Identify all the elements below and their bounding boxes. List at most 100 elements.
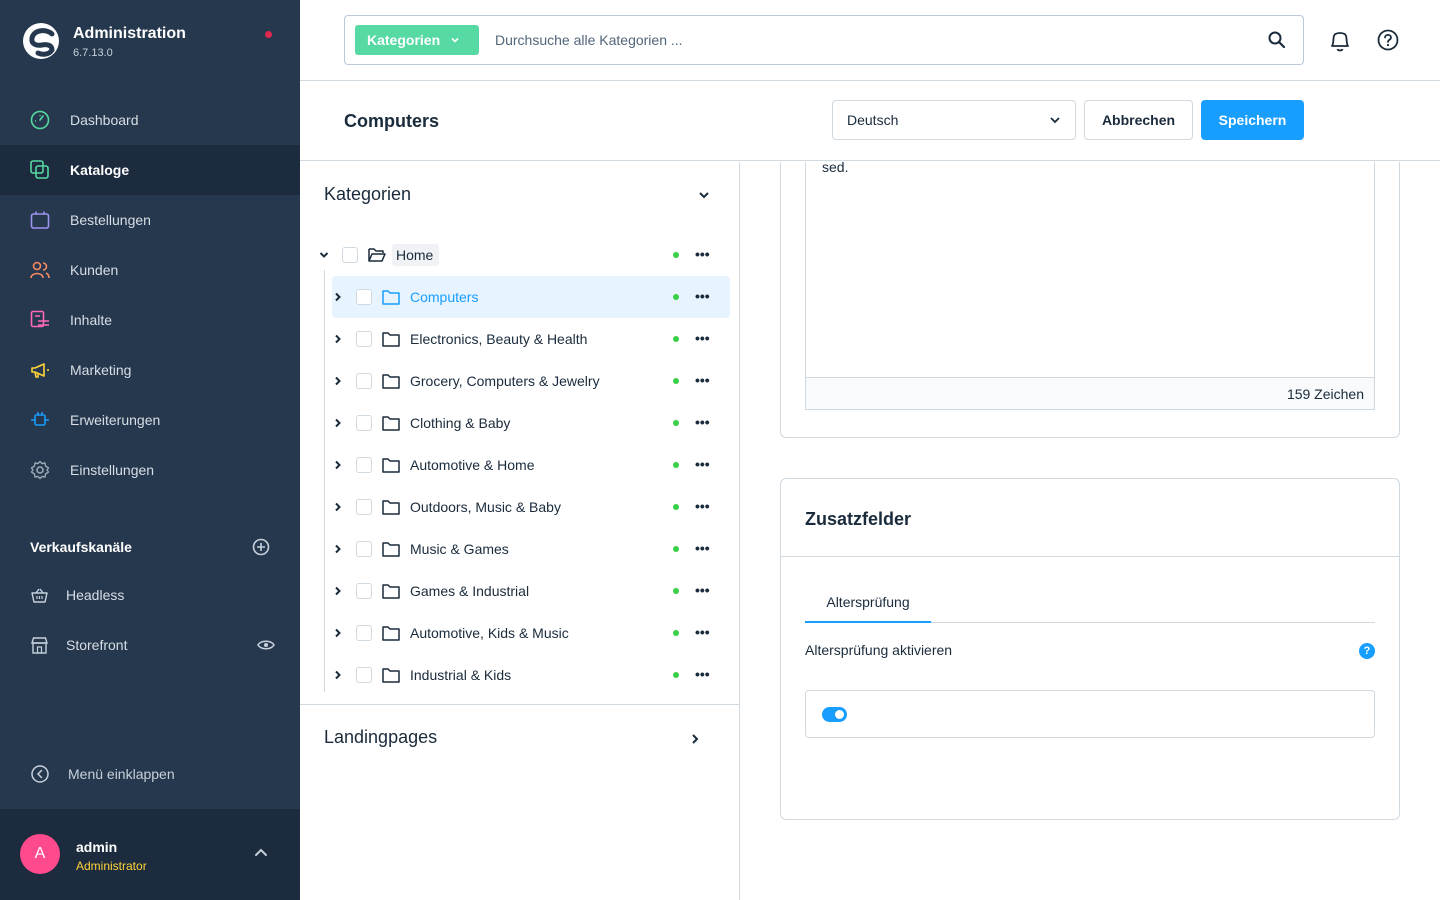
more-options-icon[interactable]: ••• xyxy=(695,582,710,598)
tree-checkbox[interactable] xyxy=(356,415,372,431)
tree-checkbox[interactable] xyxy=(356,541,372,557)
tree-row[interactable]: Automotive & Home ••• xyxy=(332,444,730,486)
chevron-down-icon[interactable] xyxy=(698,190,710,200)
chevron-right-icon[interactable] xyxy=(332,586,344,596)
tree-label[interactable]: Automotive & Home xyxy=(406,454,541,476)
tree-label[interactable]: Games & Industrial xyxy=(406,580,535,602)
sales-channel-headless[interactable]: Headless xyxy=(30,583,275,607)
chevron-right-icon[interactable] xyxy=(332,502,344,512)
help-icon[interactable]: ? xyxy=(1359,643,1375,659)
folder-icon xyxy=(382,500,400,515)
folder-icon xyxy=(382,374,400,389)
landingpages-section[interactable]: Landingpages xyxy=(300,704,739,772)
chevron-right-icon[interactable] xyxy=(332,670,344,680)
tree-checkbox[interactable] xyxy=(356,583,372,599)
tree-row[interactable]: Electronics, Beauty & Health ••• xyxy=(332,318,730,360)
tab-altersprufung[interactable]: Altersprüfung xyxy=(805,587,931,623)
main-nav: Dashboard Kataloge Bestellungen Kunden I… xyxy=(0,95,300,495)
more-options-icon[interactable]: ••• xyxy=(695,666,710,682)
tree-label[interactable]: Computers xyxy=(406,286,484,308)
tree-label[interactable]: Home xyxy=(392,244,440,266)
collapse-menu-button[interactable]: Menü einklappen xyxy=(30,764,175,784)
sales-channel-storefront[interactable]: Storefront xyxy=(30,633,275,657)
tree-header[interactable]: Kategorien xyxy=(324,184,710,205)
tree-checkbox[interactable] xyxy=(356,331,372,347)
shopware-logo-icon xyxy=(23,23,59,59)
tree-label[interactable]: Electronics, Beauty & Health xyxy=(406,328,593,350)
notification-dot xyxy=(265,31,272,38)
folder-icon xyxy=(382,542,400,557)
storefront-icon xyxy=(30,636,48,654)
language-select[interactable]: Deutsch xyxy=(832,100,1076,140)
tree-checkbox[interactable] xyxy=(356,373,372,389)
search-input[interactable] xyxy=(495,32,1267,48)
chevron-right-icon[interactable] xyxy=(332,460,344,470)
tree-row-root[interactable]: Home ••• xyxy=(318,234,728,276)
more-options-icon[interactable]: ••• xyxy=(695,540,710,556)
orders-icon xyxy=(29,209,51,231)
tree-checkbox[interactable] xyxy=(356,289,372,305)
tree-row[interactable]: Clothing & Baby ••• xyxy=(332,402,730,444)
tree-checkbox[interactable] xyxy=(356,457,372,473)
more-options-icon[interactable]: ••• xyxy=(695,456,710,472)
tree-label[interactable]: Outdoors, Music & Baby xyxy=(406,496,567,518)
chevron-right-icon[interactable] xyxy=(332,418,344,428)
description-editor[interactable]: sed. 159 Zeichen xyxy=(805,162,1375,410)
tree-label[interactable]: Music & Games xyxy=(406,538,515,560)
tree-checkbox[interactable] xyxy=(356,667,372,683)
tree-checkbox[interactable] xyxy=(356,625,372,641)
brand[interactable]: Administration 6.7.13.0 xyxy=(22,22,186,60)
more-options-icon[interactable]: ••• xyxy=(695,372,710,388)
bell-icon[interactable] xyxy=(1328,28,1352,54)
more-options-icon[interactable]: ••• xyxy=(695,498,710,514)
nav-item-dashboard[interactable]: Dashboard xyxy=(0,95,300,145)
nav-item-kataloge[interactable]: Kataloge xyxy=(0,145,300,195)
chevron-right-icon[interactable] xyxy=(332,544,344,554)
tree-row[interactable]: Computers ••• xyxy=(332,276,730,318)
save-button[interactable]: Speichern xyxy=(1201,100,1304,140)
tree-label[interactable]: Grocery, Computers & Jewelry xyxy=(406,370,606,392)
chevron-down-icon[interactable] xyxy=(318,251,330,259)
eye-icon[interactable] xyxy=(257,639,275,651)
more-options-icon[interactable]: ••• xyxy=(695,414,710,430)
nav-item-erweiterungen[interactable]: Erweiterungen xyxy=(0,395,300,445)
more-options-icon[interactable]: ••• xyxy=(695,624,710,640)
nav-item-inhalte[interactable]: Inhalte xyxy=(0,295,300,345)
tree-row[interactable]: Games & Industrial ••• xyxy=(332,570,730,612)
basket-icon xyxy=(30,586,48,604)
nav-item-kunden[interactable]: Kunden xyxy=(0,245,300,295)
age-check-toggle[interactable] xyxy=(822,707,847,722)
top-bar: Kategorien xyxy=(300,0,1440,81)
tree-checkbox[interactable] xyxy=(342,247,358,263)
chevron-right-icon[interactable] xyxy=(332,376,344,386)
add-sales-channel-icon[interactable] xyxy=(252,538,270,556)
cancel-button[interactable]: Abbrechen xyxy=(1084,100,1193,140)
nav-item-einstellungen[interactable]: Einstellungen xyxy=(0,445,300,495)
tree-checkbox[interactable] xyxy=(356,499,372,515)
chevron-right-icon[interactable] xyxy=(332,628,344,638)
nav-item-marketing[interactable]: Marketing xyxy=(0,345,300,395)
nav-item-bestellungen[interactable]: Bestellungen xyxy=(0,195,300,245)
tree-row[interactable]: Music & Games ••• xyxy=(332,528,730,570)
tree-row[interactable]: Industrial & Kids ••• xyxy=(332,654,730,696)
chevron-right-icon[interactable] xyxy=(690,733,700,745)
chevron-right-icon[interactable] xyxy=(332,334,344,344)
tree-label[interactable]: Automotive, Kids & Music xyxy=(406,622,575,644)
search-type-dropdown[interactable]: Kategorien xyxy=(355,25,479,55)
more-options-icon[interactable]: ••• xyxy=(695,288,710,304)
tree-row[interactable]: Outdoors, Music & Baby ••• xyxy=(332,486,730,528)
help-icon[interactable] xyxy=(1377,29,1399,51)
more-options-icon[interactable]: ••• xyxy=(695,246,710,262)
more-options-icon[interactable]: ••• xyxy=(695,330,710,346)
tree-label[interactable]: Industrial & Kids xyxy=(406,664,517,686)
status-dot xyxy=(673,378,679,384)
tree-label[interactable]: Clothing & Baby xyxy=(406,412,516,434)
tree-row[interactable]: Grocery, Computers & Jewelry ••• xyxy=(332,360,730,402)
status-dot xyxy=(673,462,679,468)
char-count: 159 Zeichen xyxy=(806,377,1374,409)
tree-row[interactable]: Automotive, Kids & Music ••• xyxy=(332,612,730,654)
user-menu[interactable]: A admin Administrator xyxy=(0,809,300,900)
chevron-up-icon[interactable] xyxy=(254,848,268,858)
search-icon[interactable] xyxy=(1267,30,1287,50)
chevron-right-icon[interactable] xyxy=(332,292,344,302)
